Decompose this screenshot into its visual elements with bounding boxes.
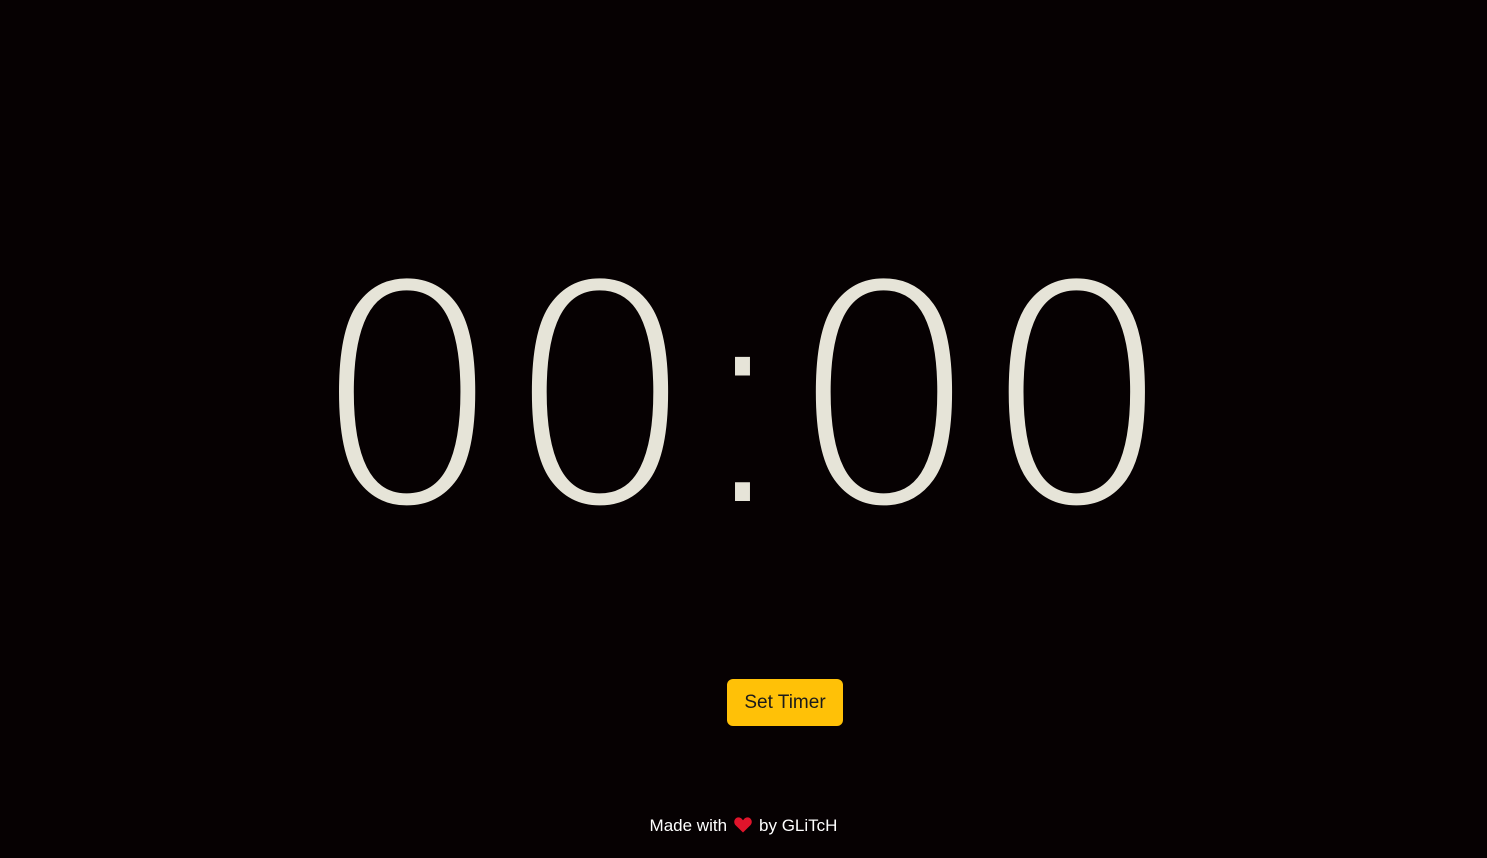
- timer-page: 00:00 Set Timer Made with by GLiTcH: [0, 0, 1487, 858]
- timer-separator: :: [691, 223, 796, 572]
- timer-seconds: 00: [789, 223, 1175, 572]
- footer-credit: Made with by GLiTcH: [0, 812, 1487, 840]
- timer-display: 00:00: [0, 198, 1487, 598]
- timer-minutes: 00: [312, 223, 698, 572]
- heart-icon: [734, 814, 752, 833]
- set-timer-button[interactable]: Set Timer: [727, 679, 843, 726]
- footer-suffix: by GLiTcH: [759, 816, 838, 835]
- footer-prefix: Made with: [649, 816, 728, 835]
